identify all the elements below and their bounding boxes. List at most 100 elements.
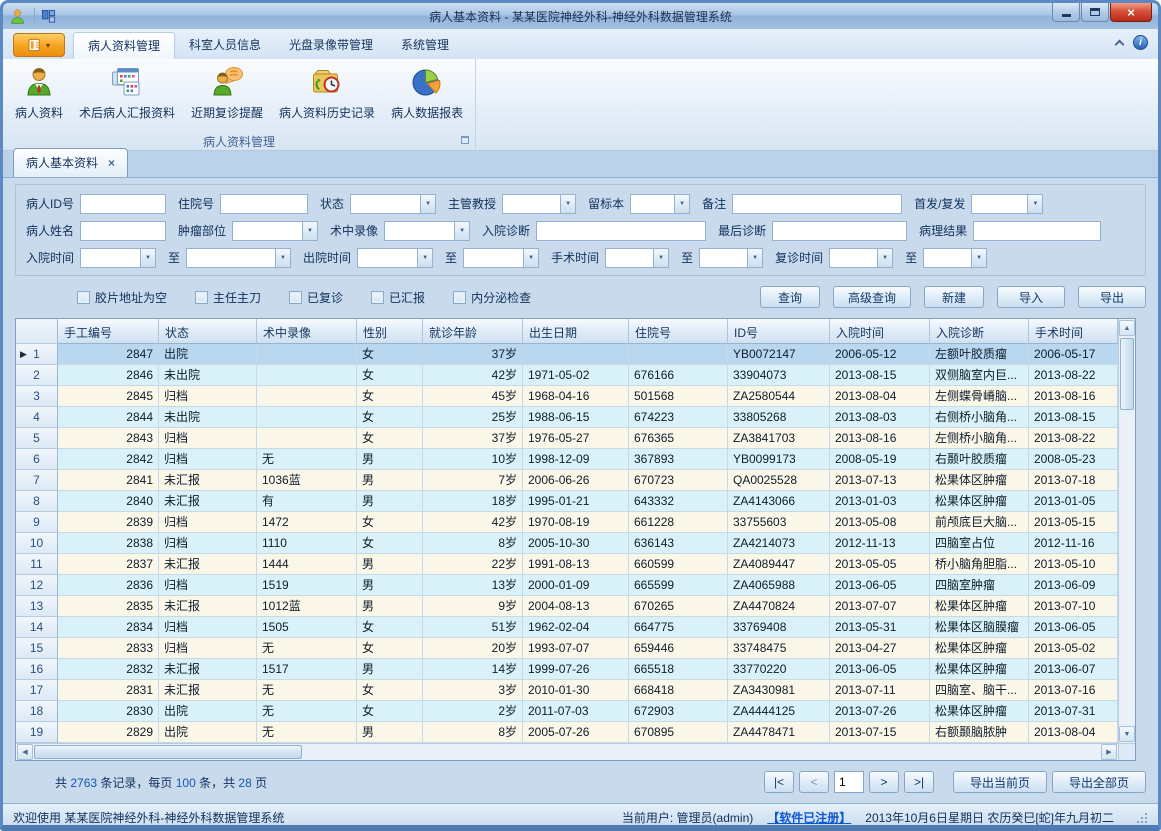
table-row[interactable]: 82840未汇报有男18岁1995-01-21643332ZA414306620… <box>16 491 1135 512</box>
column-header[interactable]: 术中录像 <box>257 319 357 344</box>
column-header[interactable]: 入院时间 <box>830 319 930 344</box>
ribbon-button[interactable]: 近期复诊提醒 <box>183 61 271 123</box>
ribbon-tab[interactable]: 系统管理 <box>387 32 463 59</box>
table-row[interactable]: ▶12847出院女37岁YB00721472006-05-12左额叶胶质瘤200… <box>16 344 1135 365</box>
table-row[interactable]: 172831未汇报无女3岁2010-01-30668418ZA343098120… <box>16 680 1135 701</box>
filter-combo[interactable]: ▼ <box>384 221 470 241</box>
table-row[interactable]: 162832未汇报1517男14岁1999-07-266655183377022… <box>16 659 1135 680</box>
table-row[interactable]: 152833归档无女20岁1993-07-0765944633748475201… <box>16 638 1135 659</box>
scroll-right-button[interactable]: ▶ <box>1101 744 1117 760</box>
filter-checkbox[interactable]: 内分泌检查 <box>453 289 531 306</box>
chevron-down-icon[interactable]: ▼ <box>420 195 435 213</box>
vertical-scrollbar[interactable]: ▲ ▼ <box>1118 319 1135 743</box>
ribbon-tab[interactable]: 科室人员信息 <box>175 32 275 59</box>
export-current-page-button[interactable]: 导出当前页 <box>953 771 1047 793</box>
app-menu-button[interactable]: ▾ <box>13 33 65 57</box>
table-row[interactable]: 92839归档1472女42岁1970-08-19661228337556032… <box>16 512 1135 533</box>
scroll-down-button[interactable]: ▼ <box>1119 726 1135 742</box>
filter-input[interactable] <box>80 194 166 214</box>
chevron-down-icon[interactable]: ▼ <box>971 249 986 267</box>
filter-combo[interactable]: ▼ <box>350 194 436 214</box>
chevron-down-icon[interactable]: ▼ <box>140 249 155 267</box>
chevron-down-icon[interactable]: ▼ <box>275 249 290 267</box>
query-button[interactable]: 查询 <box>760 286 820 308</box>
filter-input[interactable] <box>732 194 902 214</box>
dialog-launcher-icon[interactable] <box>461 136 469 144</box>
ribbon-button[interactable]: 病人资料历史记录 <box>271 61 383 123</box>
table-row[interactable]: 72841未汇报1036蓝男7岁2006-06-26670723QA002552… <box>16 470 1135 491</box>
table-row[interactable]: 122836归档1519男13岁2000-01-09665599ZA406598… <box>16 575 1135 596</box>
resize-grip[interactable] <box>1136 812 1148 824</box>
last-page-button[interactable]: >| <box>904 771 934 793</box>
next-page-button[interactable]: > <box>869 771 899 793</box>
filter-combo[interactable]: ▼ <box>80 248 156 268</box>
collapse-ribbon-icon[interactable] <box>1115 39 1125 49</box>
column-header[interactable]: ID号 <box>728 319 830 344</box>
ribbon-tab[interactable]: 光盘录像带管理 <box>275 32 387 59</box>
filter-input[interactable] <box>536 221 706 241</box>
filter-input[interactable] <box>220 194 308 214</box>
chevron-down-icon[interactable]: ▼ <box>877 249 892 267</box>
tab-close-icon[interactable]: × <box>108 158 115 168</box>
table-row[interactable]: 22846未出院女42岁1971-05-02676166339040732013… <box>16 365 1135 386</box>
advanced-query-button[interactable]: 高级查询 <box>833 286 911 308</box>
filter-combo[interactable]: ▼ <box>232 221 318 241</box>
chevron-down-icon[interactable]: ▼ <box>454 222 469 240</box>
filter-combo[interactable]: ▼ <box>699 248 763 268</box>
chevron-down-icon[interactable]: ▼ <box>1027 195 1042 213</box>
filter-combo[interactable]: ▼ <box>971 194 1043 214</box>
table-row[interactable]: 192829出院无男8岁2005-07-26670895ZA4478471201… <box>16 722 1135 743</box>
filter-combo[interactable]: ▼ <box>605 248 669 268</box>
column-header[interactable]: 状态 <box>159 319 257 344</box>
vertical-scroll-thumb[interactable] <box>1120 338 1134 410</box>
filter-combo[interactable]: ▼ <box>186 248 291 268</box>
filter-checkbox[interactable]: 已汇报 <box>371 289 425 306</box>
table-row[interactable]: 142834归档1505女51岁1962-02-0466477533769408… <box>16 617 1135 638</box>
column-header[interactable]: 出生日期 <box>523 319 629 344</box>
filter-combo[interactable]: ▼ <box>923 248 987 268</box>
column-header[interactable]: 就诊年龄 <box>423 319 523 344</box>
export-button[interactable]: 导出 <box>1078 286 1146 308</box>
chevron-down-icon[interactable]: ▼ <box>302 222 317 240</box>
table-row[interactable]: 182830出院无女2岁2011-07-03672903ZA4444125201… <box>16 701 1135 722</box>
table-row[interactable]: 112837未汇报1444男22岁1991-08-13660599ZA40894… <box>16 554 1135 575</box>
ribbon-button[interactable]: 病人资料 <box>7 61 71 123</box>
info-icon[interactable]: i <box>1133 35 1148 50</box>
document-tab[interactable]: 病人基本资料 × <box>13 148 128 177</box>
horizontal-scroll-thumb[interactable] <box>34 745 302 759</box>
filter-input[interactable] <box>973 221 1101 241</box>
ribbon-button[interactable]: 病人数据报表 <box>383 61 471 123</box>
filter-input[interactable] <box>80 221 166 241</box>
chevron-down-icon[interactable]: ▼ <box>417 249 432 267</box>
first-page-button[interactable]: |< <box>764 771 794 793</box>
horizontal-scrollbar[interactable]: ◀ ▶ <box>16 743 1118 760</box>
filter-combo[interactable]: ▼ <box>829 248 893 268</box>
scroll-left-button[interactable]: ◀ <box>17 744 33 760</box>
table-row[interactable]: 32845归档女45岁1968-04-16501568ZA25805442013… <box>16 386 1135 407</box>
new-button[interactable]: 新建 <box>924 286 984 308</box>
table-row[interactable]: 42844未出院女25岁1988-06-15674223338052682013… <box>16 407 1135 428</box>
close-button[interactable]: × <box>1110 3 1152 22</box>
table-row[interactable]: 132835未汇报1012蓝男9岁2004-08-13670265ZA44708… <box>16 596 1135 617</box>
import-button[interactable]: 导入 <box>997 286 1065 308</box>
ribbon-tab[interactable]: 病人资料管理 <box>73 32 175 59</box>
column-header[interactable]: 手工编号 <box>58 319 159 344</box>
column-header[interactable]: 入院诊断 <box>930 319 1029 344</box>
table-row[interactable]: 102838归档1110女8岁2005-10-30636143ZA4214073… <box>16 533 1135 554</box>
chevron-down-icon[interactable]: ▼ <box>560 195 575 213</box>
maximize-button[interactable] <box>1081 3 1109 22</box>
export-all-pages-button[interactable]: 导出全部页 <box>1052 771 1146 793</box>
prev-page-button[interactable]: < <box>799 771 829 793</box>
chevron-down-icon[interactable]: ▼ <box>653 249 668 267</box>
filter-combo[interactable]: ▼ <box>630 194 690 214</box>
filter-input[interactable] <box>772 221 907 241</box>
page-number-input[interactable] <box>834 771 864 793</box>
minimize-button[interactable] <box>1052 3 1080 22</box>
ribbon-button[interactable]: 术后病人汇报资料 <box>71 61 183 123</box>
scroll-up-button[interactable]: ▲ <box>1119 320 1135 336</box>
registered-link[interactable]: 【软件已注册】 <box>767 809 851 826</box>
table-row[interactable]: 52843归档女37岁1976-05-27676365ZA38417032013… <box>16 428 1135 449</box>
chevron-down-icon[interactable]: ▼ <box>523 249 538 267</box>
column-header[interactable]: 住院号 <box>629 319 728 344</box>
table-row[interactable]: 62842归档无男10岁1998-12-09367893YB0099173200… <box>16 449 1135 470</box>
